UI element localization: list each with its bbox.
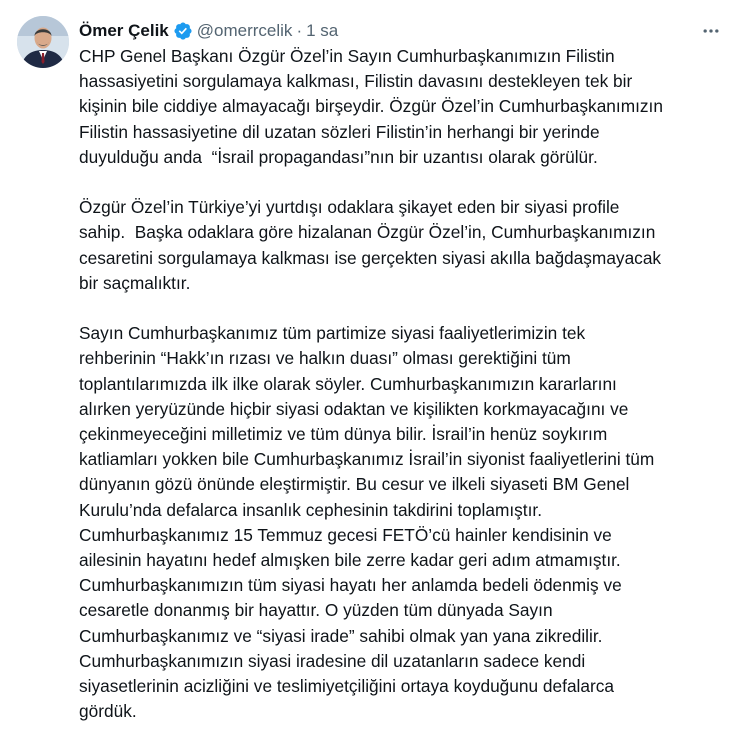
text-line: alırken yeryüzünde hiçbir siyasi odaktan…: [79, 398, 629, 419]
text-line: Filistin hassasiyetine dil uzatan sözler…: [79, 121, 600, 142]
text-line: Cumhurbaşkanımızın siyasi iradesine dil …: [79, 650, 586, 671]
display-name[interactable]: Ömer Çelik: [79, 21, 169, 41]
text-line: duyulduğu anda “İsrail propagandası”nın …: [79, 146, 598, 167]
separator-dot: ·: [296, 21, 303, 40]
text-line: hassasiyetini sorgulamaya kalkması, Fili…: [79, 71, 633, 92]
text-line: kişinin bile ciddiye almayacağı birşeydi…: [79, 96, 663, 117]
text-line: Cumhurbaşkanımızın tüm siyasi hayatı her…: [79, 575, 622, 596]
avatar-photo: [17, 16, 69, 68]
text-line: çekinmeyeceğini milletimiz ve tüm dünya …: [79, 424, 608, 445]
text-line: rehberinin “Hakk’ın rızası ve halkın dua…: [79, 348, 571, 369]
tweet-text: CHP Genel Başkanı Özgür Özel’in Sayın Cu…: [79, 44, 729, 750]
avatar[interactable]: [17, 16, 69, 68]
more-options-icon: [703, 29, 719, 33]
timestamp[interactable]: 1 sa: [306, 21, 338, 41]
verified-badge-icon: [173, 21, 193, 41]
text-line: Cumhurbaşkanımız ve “siyasi irade” sahib…: [79, 625, 603, 646]
tweet-paragraph-3: Sayın Cumhurbaşkanımız tüm partimize siy…: [79, 321, 729, 724]
tweet-header: Ömer Çelik @omerrcelik · 1 sa: [79, 20, 338, 42]
tweet-paragraph-2: Özgür Özel’in Türkiye’yi yurtdışı odakla…: [79, 195, 729, 296]
text-line: Kurulu’nda defalarca insanlık cephesinin…: [79, 499, 543, 520]
text-line: CHP Genel Başkanı Özgür Özel’in Sayın Cu…: [79, 46, 615, 66]
text-line: dünyanın gözü önünde eleştirmiştir. Bu c…: [79, 474, 630, 495]
text-line: toplantılarımızda ilk ilke olarak söyler…: [79, 373, 617, 394]
text-line: katliamları yokken bile Cumhurbaşkanımız…: [79, 449, 655, 470]
text-line: gördük.: [79, 701, 137, 722]
text-line: bir saçmalıktır.: [79, 272, 191, 293]
more-options-button[interactable]: [698, 18, 724, 44]
text-line: Sayın Cumhurbaşkanımız tüm partimize siy…: [79, 323, 586, 344]
tweet-paragraph-1: CHP Genel Başkanı Özgür Özel’in Sayın Cu…: [79, 44, 729, 170]
text-line: Özgür Özel’in Türkiye’yi yurtdışı odakla…: [79, 197, 620, 218]
text-line: Cumhurbaşkanımız 15 Temmuz gecesi FETÖ’c…: [79, 524, 612, 545]
user-handle[interactable]: @omerrcelik: [197, 21, 293, 41]
text-line: cesaretle donanmış bir hayattır. O yüzde…: [79, 600, 553, 621]
tweet-card: Ömer Çelik @omerrcelik · 1 sa CHP Genel …: [0, 0, 740, 737]
text-line: cesaretini sorgulamaya kalkması ise gerç…: [79, 247, 662, 268]
text-line: sahip. Başka odaklara göre hizalanan Özg…: [79, 222, 656, 243]
text-line: ailesinin hayatını hedef almışken bile z…: [79, 550, 621, 571]
text-line: siyasetlerinin acizliğini ve teslimiyetç…: [79, 676, 615, 697]
